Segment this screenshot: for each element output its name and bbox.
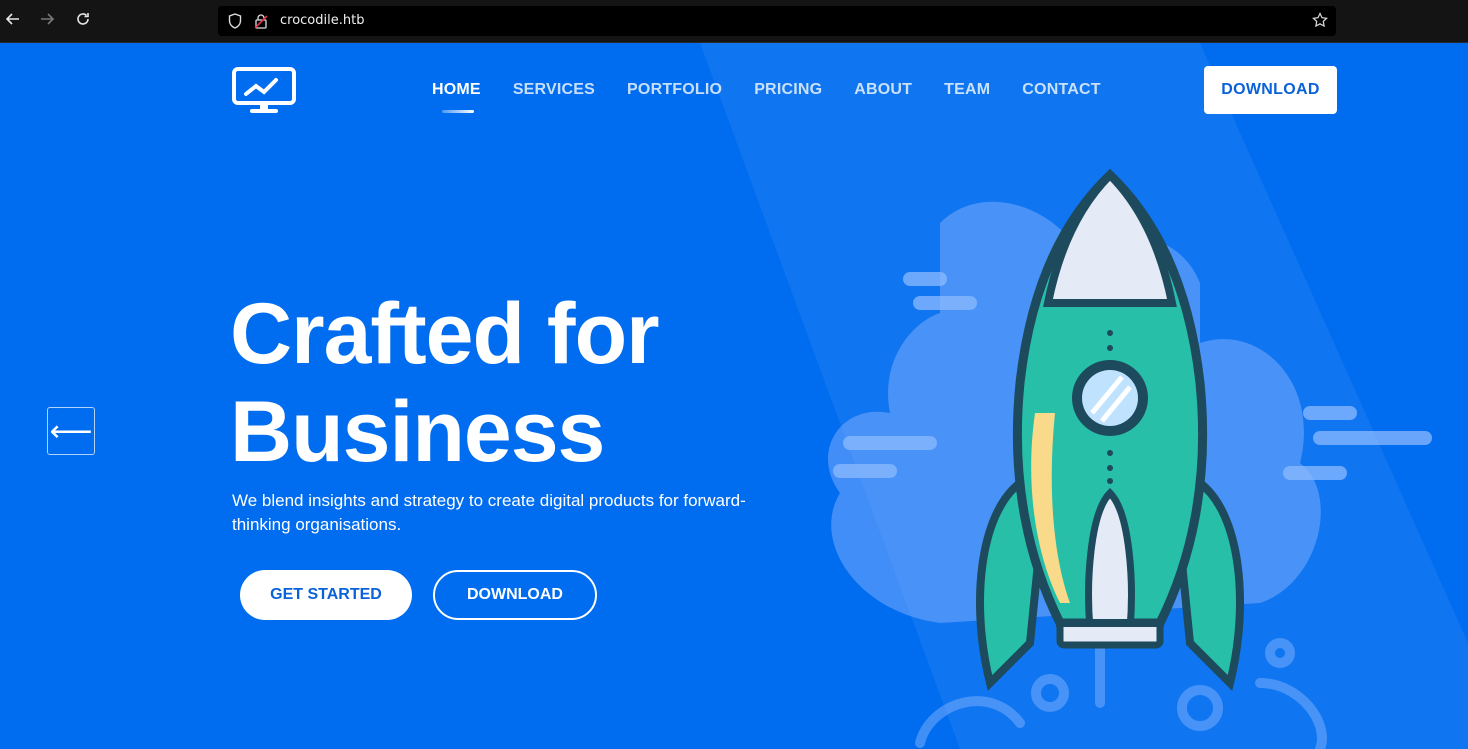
hero-section: HOME SERVICES PORTFOLIO PRICING ABOUT TE… — [0, 43, 1468, 749]
get-started-button[interactable]: GET STARTED — [240, 570, 412, 620]
star-icon[interactable] — [1312, 12, 1328, 33]
hero-title-line2: Business — [230, 384, 605, 480]
hero-title: Crafted for Business — [230, 285, 790, 481]
nav-services[interactable]: SERVICES — [513, 81, 595, 99]
nav-team[interactable]: TEAM — [944, 81, 990, 99]
browser-toolbar: crocodile.htb — [0, 0, 1468, 43]
shield-icon[interactable] — [228, 13, 242, 34]
forward-icon[interactable] — [36, 10, 58, 32]
main-nav: HOME SERVICES PORTFOLIO PRICING ABOUT TE… — [432, 81, 1101, 113]
hero-title-line1: Crafted for — [230, 286, 660, 382]
nav-about[interactable]: ABOUT — [854, 81, 912, 99]
nav-home[interactable]: HOME — [432, 81, 481, 113]
hero-download-button[interactable]: DOWNLOAD — [433, 570, 597, 620]
header-download-button[interactable]: DOWNLOAD — [1204, 66, 1337, 114]
url-text[interactable]: crocodile.htb — [280, 13, 364, 28]
nav-contact[interactable]: CONTACT — [1022, 81, 1100, 99]
reload-icon[interactable] — [72, 10, 94, 32]
prev-slide-arrow-icon[interactable]: ⟵ — [47, 407, 95, 455]
insecure-lock-icon[interactable] — [254, 13, 268, 34]
nav-pricing[interactable]: PRICING — [754, 81, 822, 99]
back-icon[interactable] — [2, 10, 24, 32]
monitor-chart-icon[interactable] — [232, 67, 296, 115]
url-bar[interactable]: crocodile.htb — [218, 6, 1336, 36]
nav-portfolio[interactable]: PORTFOLIO — [627, 81, 722, 99]
rocket-illustration — [828, 168, 1432, 749]
hero-subtitle: We blend insights and strategy to create… — [232, 491, 746, 534]
